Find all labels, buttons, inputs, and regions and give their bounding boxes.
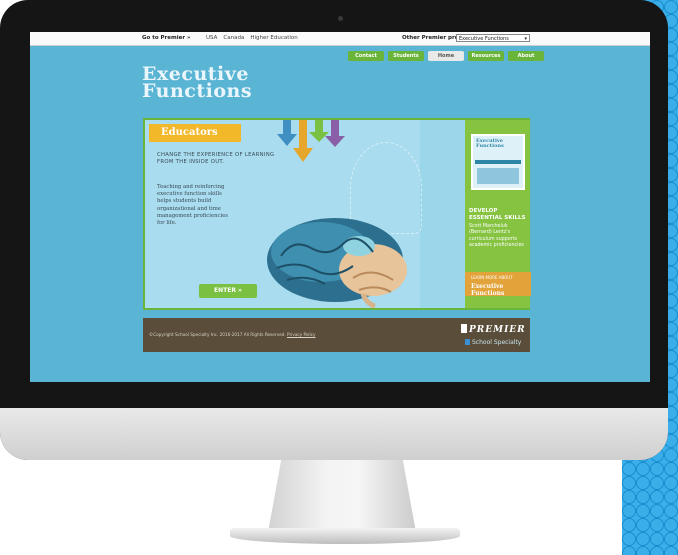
- learn-more-title: Executive Functions: [471, 283, 505, 297]
- site-logo[interactable]: Executive Functions: [142, 65, 253, 102]
- tab-about[interactable]: About: [508, 51, 544, 61]
- side-promo: Executive Functions DEVELOP ESSENTIAL SK…: [465, 120, 531, 308]
- thumbnail-bar: [475, 160, 521, 164]
- monitor-chin: [0, 408, 668, 460]
- arrow-down-blue-icon: [277, 120, 297, 146]
- copyright-text: ©Copyright School Specialty Inc. 2016-20…: [149, 332, 316, 337]
- logo-line-2: Functions: [142, 80, 253, 102]
- promo-title: DEVELOP ESSENTIAL SKILLS: [469, 208, 526, 221]
- arrow-down-purple-icon: [325, 120, 345, 148]
- brain-illustration: [267, 218, 407, 308]
- school-specialty-text: School Specialty: [472, 339, 522, 346]
- hero-body: Teaching and reinforcing executive funct…: [157, 184, 229, 227]
- chevron-down-icon: ▾: [524, 36, 527, 42]
- hero-headline: CHANGE THE EXPERIENCE OF LEARNING FROM T…: [157, 152, 275, 165]
- thumbnail-logo: Executive Functions: [476, 139, 504, 149]
- product-line-select[interactable]: Executive Functions ▾: [456, 34, 530, 42]
- tab-home[interactable]: Home: [428, 51, 464, 61]
- monitor-base: [230, 528, 460, 544]
- product-line-select-value: Executive Functions: [459, 36, 509, 42]
- privacy-policy-link[interactable]: Privacy Policy: [287, 332, 316, 337]
- premier-logo-text: PREMIER: [469, 325, 526, 335]
- thumbnail-image: [477, 168, 519, 184]
- enter-button[interactable]: ENTER »: [199, 284, 257, 298]
- educators-card: Educators CHANGE THE EXPERIENCE OF LEARN…: [145, 120, 422, 308]
- promo-body: Scott Marcheluk (Bernard) Lentz's curric…: [469, 224, 524, 249]
- camera-dot: [338, 16, 343, 21]
- learn-more-small: LEARN MORE ABOUT: [471, 275, 513, 280]
- screen: Go to Premier » USA Canada Higher Educat…: [30, 32, 650, 382]
- premier-mark-icon: [461, 324, 467, 333]
- tab-students[interactable]: Students: [388, 51, 424, 61]
- copyright-label: ©Copyright School Specialty Inc. 2016-20…: [149, 332, 286, 337]
- product-thumbnail[interactable]: Executive Functions: [471, 134, 525, 190]
- nav-tabs: Contact Students Home Resources About: [348, 51, 544, 61]
- tab-resources[interactable]: Resources: [468, 51, 504, 61]
- region-link-higher-ed[interactable]: Higher Education: [250, 35, 297, 41]
- hero-panel: Educators CHANGE THE EXPERIENCE OF LEARN…: [143, 118, 531, 310]
- footer: ©Copyright School Specialty Inc. 2016-20…: [143, 318, 530, 352]
- monitor-stand: [268, 460, 416, 530]
- school-specialty-icon: [465, 339, 470, 345]
- monitor-frame: Go to Premier » USA Canada Higher Educat…: [0, 0, 668, 460]
- tab-contact[interactable]: Contact: [348, 51, 384, 61]
- goto-premier-link[interactable]: Go to Premier »: [142, 35, 191, 41]
- thumbnail-logo-line-2: Functions: [476, 143, 504, 149]
- region-links: USA Canada Higher Education: [206, 35, 298, 41]
- region-link-canada[interactable]: Canada: [223, 35, 244, 41]
- school-specialty-logo[interactable]: School Specialty: [465, 339, 521, 346]
- premier-logo[interactable]: PREMIER: [461, 324, 526, 335]
- educators-tag: Educators: [149, 124, 241, 142]
- learn-more-button[interactable]: LEARN MORE ABOUT Executive Functions: [465, 272, 531, 297]
- region-link-usa[interactable]: USA: [206, 35, 217, 41]
- top-bar: Go to Premier » USA Canada Higher Educat…: [30, 32, 650, 46]
